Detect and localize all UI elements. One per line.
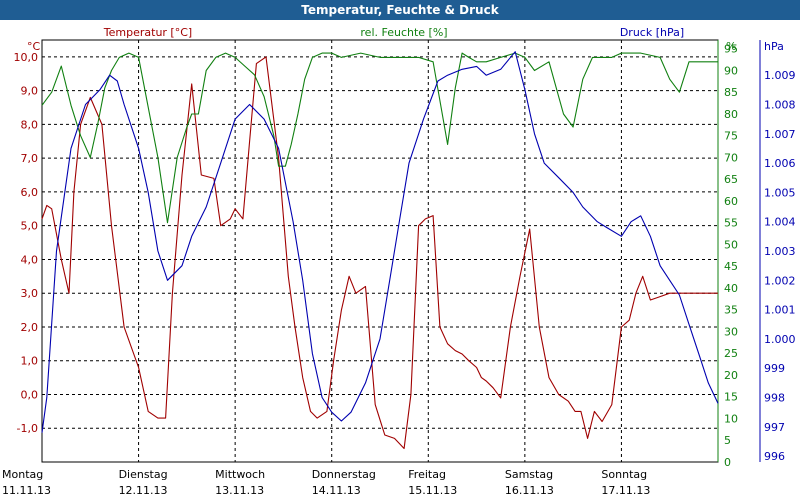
- day-label: Freitag: [408, 468, 446, 481]
- pressure-tick: 998: [764, 392, 785, 405]
- pressure-tick: 1.009: [764, 69, 796, 82]
- pressure-tick: 996: [764, 450, 785, 463]
- temperature-tick: 9,0: [21, 85, 39, 98]
- pressure-axis-label: Druck [hPa]: [620, 26, 684, 39]
- day-label: Donnerstag: [312, 468, 376, 481]
- temperature-tick: 6,0: [21, 186, 39, 199]
- humidity-tick: 15: [724, 391, 738, 404]
- day-label: Mittwoch: [215, 468, 265, 481]
- pressure-tick: 999: [764, 362, 785, 375]
- pressure-tick: 1.002: [764, 274, 796, 287]
- humidity-tick: 45: [724, 260, 738, 273]
- humidity-tick: 85: [724, 86, 738, 99]
- temperature-tick: 5,0: [21, 220, 39, 233]
- humidity-tick: 70: [724, 151, 738, 164]
- plot-frame: [41, 39, 719, 463]
- humidity-tick: 20: [724, 369, 738, 382]
- humidity-tick: 60: [724, 195, 738, 208]
- date-label: 11.11.13: [2, 484, 51, 497]
- humidity-tick: 65: [724, 173, 738, 186]
- series-lines: [41, 51, 719, 450]
- day-label: Montag: [2, 468, 43, 481]
- humidity-axis-label: rel. Feuchte [%]: [360, 26, 447, 39]
- date-label: 12.11.13: [119, 484, 168, 497]
- humidity-tick: 5: [724, 434, 731, 447]
- temperature-line: [41, 56, 718, 450]
- humidity-tick-labels: 05101520253035404550556065707580859095: [724, 43, 738, 469]
- temperature-tick: 3,0: [21, 287, 39, 300]
- temperature-tick: 0,0: [21, 388, 39, 401]
- humidity-tick: 55: [724, 217, 738, 230]
- pressure-tick: 1.007: [764, 128, 796, 141]
- temperature-tick: 8,0: [21, 118, 39, 131]
- humidity-tick: 75: [724, 130, 738, 143]
- pressure-tick: 1.000: [764, 333, 796, 346]
- humidity-tick: 40: [724, 282, 738, 295]
- date-label: 16.11.13: [505, 484, 554, 497]
- day-label: Sonntag: [601, 468, 647, 481]
- day-label: Dienstag: [119, 468, 168, 481]
- humidity-unit: %: [726, 40, 736, 53]
- temperature-tick: 2,0: [21, 321, 39, 334]
- day-labels: Montag 11.11.13 Dienstag 12.11.13 Mittwoch 13…: [2, 468, 650, 497]
- pressure-tick: 1.008: [764, 98, 796, 111]
- temperature-unit: °C: [27, 40, 41, 53]
- humidity-tick: 80: [724, 108, 738, 121]
- temperature-tick: 4,0: [21, 253, 39, 266]
- chart-title: Temperatur, Feuchte & Druck: [0, 0, 800, 20]
- pressure-tick: 1.004: [764, 216, 796, 229]
- humidity-tick: 25: [724, 347, 738, 360]
- pressure-tick: 1.005: [764, 186, 796, 199]
- grid: [42, 40, 718, 462]
- axes: [41, 39, 761, 463]
- humidity-tick: 35: [724, 304, 738, 317]
- temperature-tick: 1,0: [21, 355, 39, 368]
- humidity-line: [41, 52, 718, 224]
- pressure-tick: 1.001: [764, 304, 796, 317]
- date-label: 15.11.13: [408, 484, 457, 497]
- humidity-tick: 0: [724, 456, 731, 469]
- humidity-tick: 10: [724, 412, 738, 425]
- day-label: Samstag: [505, 468, 553, 481]
- humidity-tick: 50: [724, 238, 738, 251]
- temperature-tick-labels: -1,00,01,02,03,04,05,06,07,08,09,010,0: [14, 51, 39, 435]
- humidity-tick: 90: [724, 64, 738, 77]
- chart-canvas: -1,00,01,02,03,04,05,06,07,08,09,010,0 0…: [2, 26, 796, 497]
- date-label: 14.11.13: [312, 484, 361, 497]
- pressure-tick: 1.006: [764, 157, 796, 170]
- pressure-tick-labels: 996 997 998 999 1.000 1.001 1.002 1.003 1.004 1.0…: [764, 69, 796, 463]
- pressure-line: [41, 51, 719, 433]
- temperature-axis-label: Temperatur [°C]: [103, 26, 192, 39]
- pressure-unit: hPa: [764, 40, 784, 53]
- humidity-tick: 30: [724, 325, 738, 338]
- pressure-tick: 1.003: [764, 245, 796, 258]
- temperature-tick: 7,0: [21, 152, 39, 165]
- temperature-tick: -1,0: [17, 422, 38, 435]
- pressure-tick: 997: [764, 421, 785, 434]
- date-label: 17.11.13: [601, 484, 650, 497]
- date-label: 13.11.13: [215, 484, 264, 497]
